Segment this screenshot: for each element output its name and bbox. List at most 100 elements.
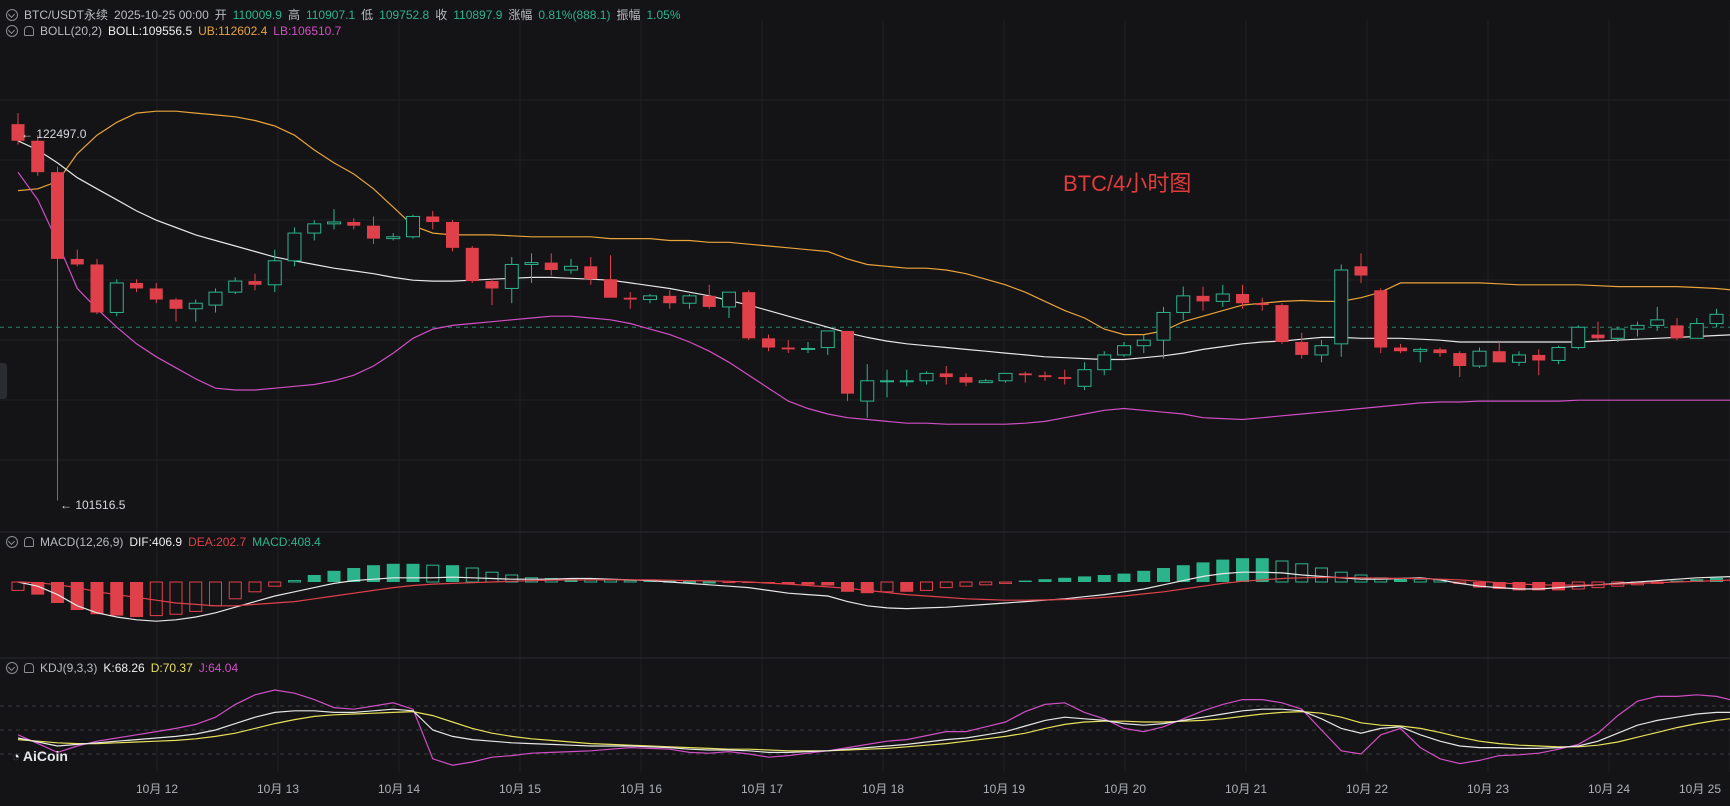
bell-icon[interactable] — [24, 537, 34, 547]
macd-bar — [386, 563, 400, 582]
low-value: 109752.8 — [379, 7, 430, 22]
macd-bar — [130, 582, 143, 617]
collapse-icon[interactable] — [6, 8, 18, 21]
macd-bar — [1413, 578, 1427, 583]
amplitude-caption: 振幅 — [616, 8, 641, 22]
macd-bar — [1196, 562, 1210, 582]
high-price-marker: ← 122497.0 — [21, 127, 87, 141]
x-tick-label: 10月 17 — [740, 782, 784, 796]
candle-body — [919, 372, 934, 382]
candle-body — [287, 232, 302, 262]
candle-body — [1038, 375, 1052, 378]
macd-bar — [189, 581, 203, 612]
low-price-marker: ← 101516.5 — [60, 498, 126, 512]
macd-bar — [683, 580, 696, 583]
boll-ub-value: UB:112602.4 — [198, 24, 268, 38]
candle-body — [781, 347, 795, 350]
candle-body — [228, 280, 243, 293]
candle-body — [604, 279, 617, 298]
chart-annotation: BTC/4小时图 — [1063, 171, 1192, 196]
candle-body — [1394, 347, 1407, 352]
candle-body — [31, 140, 45, 173]
candle-body — [347, 222, 361, 226]
x-tick-label: 10月 21 — [1224, 782, 1268, 796]
candle-body — [406, 215, 420, 238]
datetime-label: 2025-10-25 00:00 — [114, 7, 209, 22]
macd-legend: MACD(12,26,9) DIF:406.9 DEA:202.7 MACD:4… — [6, 535, 321, 549]
collapse-icon[interactable] — [6, 25, 18, 37]
macd-bar — [1117, 573, 1131, 582]
candle-body — [880, 380, 894, 383]
candle-body — [722, 291, 736, 308]
macd-bar — [999, 581, 1012, 584]
macd-bar — [900, 582, 914, 592]
candle-body — [327, 221, 341, 225]
candle-body — [1295, 342, 1309, 355]
candle-body — [1670, 325, 1684, 339]
j-value: J:64.04 — [198, 661, 239, 675]
kdj-legend: KDJ(9,3,3) K:68.26 D:70.37 J:64.04 — [6, 661, 238, 675]
candle-body — [248, 281, 262, 285]
boll-name: BOLL(20,2) — [40, 24, 103, 38]
close-caption: 收 — [435, 8, 448, 22]
x-tick-label: 10月 24 — [1587, 782, 1631, 796]
candle-body — [524, 262, 539, 265]
price-chart[interactable] — [0, 0, 1730, 806]
macd-bar — [1236, 558, 1249, 582]
candle-body — [1374, 290, 1388, 348]
candle-body — [1354, 266, 1368, 276]
candle-body — [465, 247, 479, 282]
candle-body — [1532, 354, 1546, 361]
candle-body — [1591, 334, 1605, 339]
macd-bar — [248, 581, 262, 593]
candle-body — [169, 299, 183, 309]
candle-body — [1236, 294, 1249, 304]
macd-bar — [149, 581, 163, 617]
candle-body — [1176, 295, 1191, 313]
candle-body — [1512, 354, 1526, 363]
side-panel-handle[interactable] — [0, 363, 7, 399]
open-value: 110009.9 — [232, 7, 282, 22]
macd-bar — [702, 581, 716, 584]
x-tick-label: 10月 20 — [1103, 782, 1147, 796]
macd-name: MACD(12,26,9) — [40, 535, 124, 549]
candle-body — [1413, 348, 1428, 352]
candle-body — [426, 216, 440, 222]
high-value: 110907.1 — [305, 7, 356, 22]
candle-body — [130, 282, 143, 289]
close-value: 110897.9 — [453, 7, 503, 22]
change-value: 0.81%(888.1) — [538, 7, 611, 22]
macd-bar — [110, 582, 124, 616]
candle-body — [1314, 345, 1329, 356]
change-caption: 涨幅 — [508, 8, 533, 22]
candle-body — [51, 172, 64, 259]
candle-body — [307, 223, 322, 234]
collapse-icon[interactable] — [6, 536, 18, 548]
x-tick-label: 10月 22 — [1345, 782, 1389, 796]
x-tick-label: 10月 25 — [1678, 782, 1722, 796]
bell-icon[interactable] — [24, 26, 34, 36]
candle-body — [820, 330, 835, 349]
candle-body — [70, 258, 84, 265]
kdj-d-line — [17, 710, 1730, 752]
macd-bar — [525, 577, 538, 583]
candle-body — [1650, 319, 1665, 326]
macd-bar — [821, 582, 835, 586]
macd-bar — [1078, 576, 1091, 582]
macd-bar — [841, 582, 854, 592]
candle-body — [860, 380, 875, 402]
macd-bar — [90, 582, 104, 615]
chart-stage: BTC/USDT永续 2025-10-25 00:00 开 110009.9 高1… — [0, 0, 1730, 806]
boll-mid-value: BOLL:109556.5 — [108, 24, 193, 38]
boll-lb-value: LB:106510.7 — [273, 24, 342, 38]
macd-bar — [209, 581, 222, 607]
collapse-icon[interactable] — [6, 662, 18, 674]
macd-bar — [801, 582, 815, 585]
k-value: K:68.26 — [103, 661, 145, 675]
candle-body — [682, 295, 697, 304]
bell-icon[interactable] — [24, 663, 34, 673]
macd-bar — [959, 581, 973, 587]
macd-bar — [623, 580, 637, 583]
candle-body — [1058, 377, 1072, 379]
amplitude-value: 1.05% — [646, 7, 681, 22]
